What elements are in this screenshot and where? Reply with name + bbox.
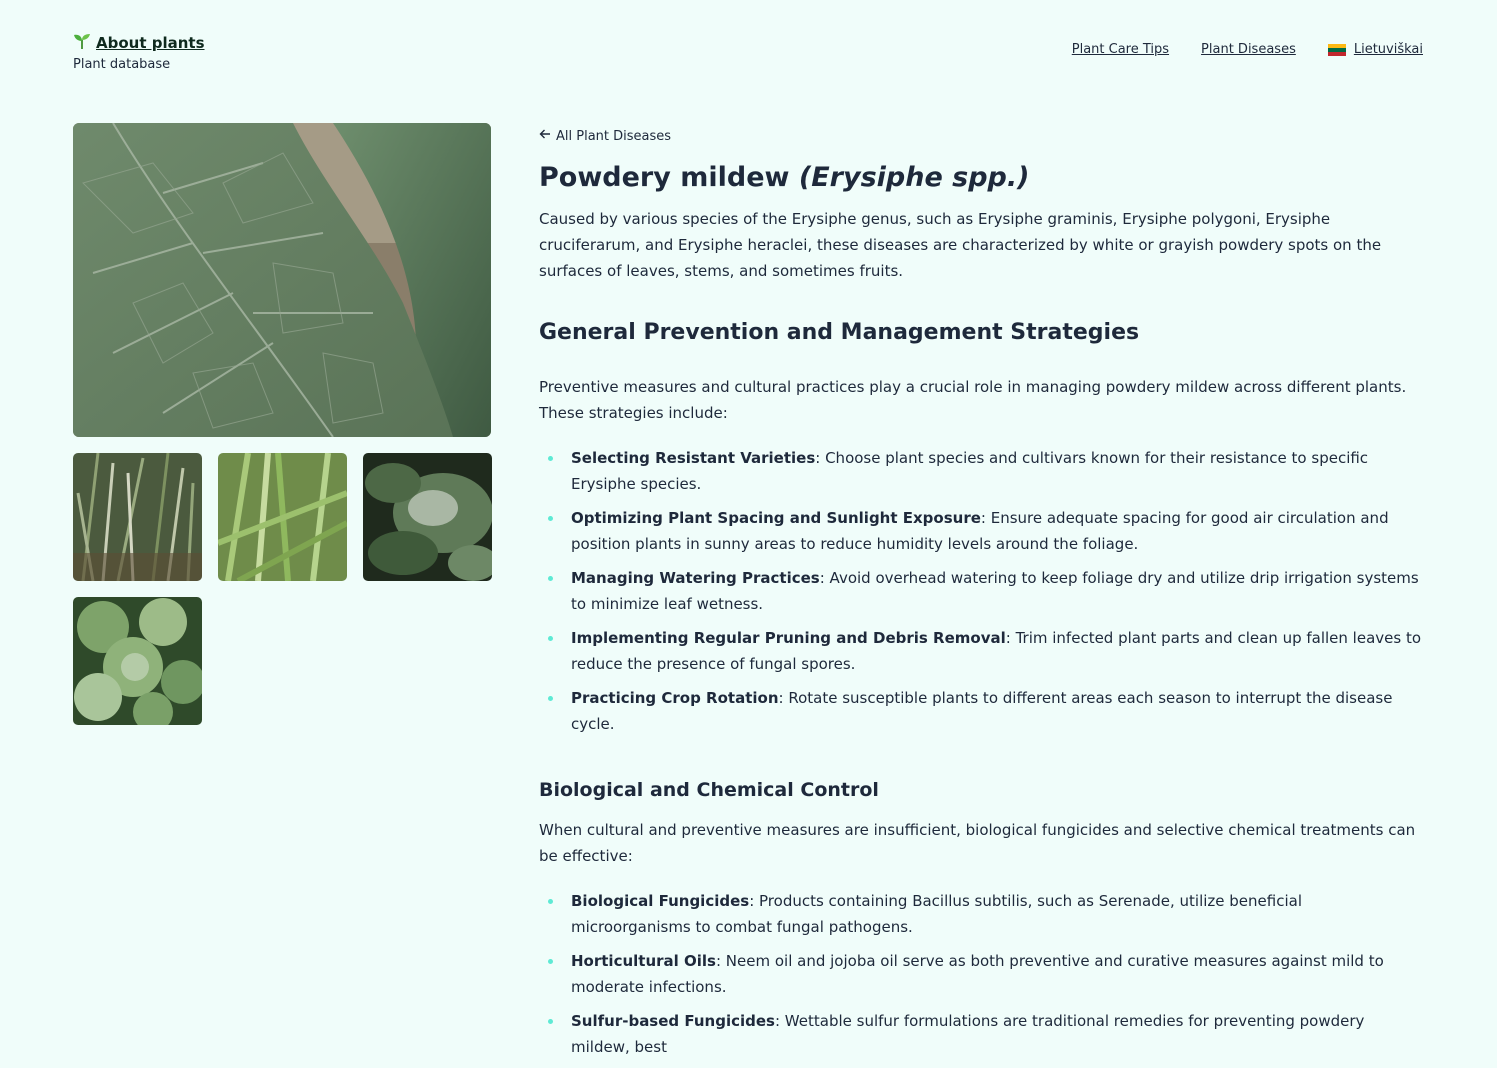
- arrow-left-icon: [539, 128, 551, 144]
- prevention-intro: Preventive measures and cultural practic…: [539, 378, 1407, 422]
- sprout-icon: [73, 32, 91, 54]
- thumbnail-list: [73, 453, 492, 725]
- disease-latin-name: (Erysiphe spp.): [798, 162, 1030, 193]
- brand: About plants Plant database: [73, 33, 205, 72]
- thumbnail-2[interactable]: [218, 453, 347, 581]
- back-to-all-diseases-link[interactable]: All Plant Diseases: [539, 126, 1424, 146]
- nav-plant-diseases[interactable]: Plant Diseases: [1201, 42, 1296, 57]
- list-item: Managing Watering Practices: Avoid overh…: [539, 565, 1424, 617]
- thumbnail-3[interactable]: [363, 453, 492, 581]
- prevention-heading: General Prevention and Management Strate…: [539, 320, 1140, 345]
- disease-description: Caused by various species of the Erysiph…: [539, 210, 1382, 280]
- nav-plant-care-tips[interactable]: Plant Care Tips: [1072, 42, 1169, 57]
- control-list: Biological Fungicides: Products containi…: [539, 888, 1424, 1060]
- disease-article: All Plant Diseases Powdery mildew (Erysi…: [539, 126, 1424, 1068]
- list-item: Selecting Resistant Varieties: Choose pl…: [539, 445, 1424, 497]
- thumbnail-1[interactable]: [73, 453, 202, 581]
- brand-subtitle: Plant database: [73, 57, 171, 72]
- prevention-list: Selecting Resistant Varieties: Choose pl…: [539, 445, 1424, 737]
- image-gallery: [73, 123, 492, 725]
- list-item: Sulfur-based Fungicides: Wettable sulfur…: [539, 1008, 1424, 1060]
- disease-common-name: Powdery mildew: [539, 162, 790, 193]
- main-photo[interactable]: [73, 123, 491, 437]
- list-item: Optimizing Plant Spacing and Sunlight Ex…: [539, 505, 1424, 557]
- main-nav: Plant Care Tips Plant Diseases Lietuvišk…: [1072, 42, 1423, 57]
- list-item: Practicing Crop Rotation: Rotate suscept…: [539, 685, 1424, 737]
- lithuania-flag-icon: [1327, 43, 1346, 56]
- list-item: Horticultural Oils: Neem oil and jojoba …: [539, 948, 1424, 1000]
- control-intro: When cultural and preventive measures ar…: [539, 821, 1416, 865]
- list-item: Biological Fungicides: Products containi…: [539, 888, 1424, 940]
- thumbnail-4[interactable]: [73, 597, 202, 725]
- page-title: Powdery mildew (Erysiphe spp.): [539, 160, 1424, 196]
- control-heading: Biological and Chemical Control: [539, 779, 879, 801]
- site-header: About plants Plant database Plant Care T…: [73, 33, 1423, 77]
- back-link-label: All Plant Diseases: [556, 128, 672, 144]
- brand-home-link[interactable]: About plants: [96, 34, 205, 52]
- list-item: Implementing Regular Pruning and Debris …: [539, 625, 1424, 677]
- language-switch-link[interactable]: Lietuviškai: [1354, 42, 1423, 57]
